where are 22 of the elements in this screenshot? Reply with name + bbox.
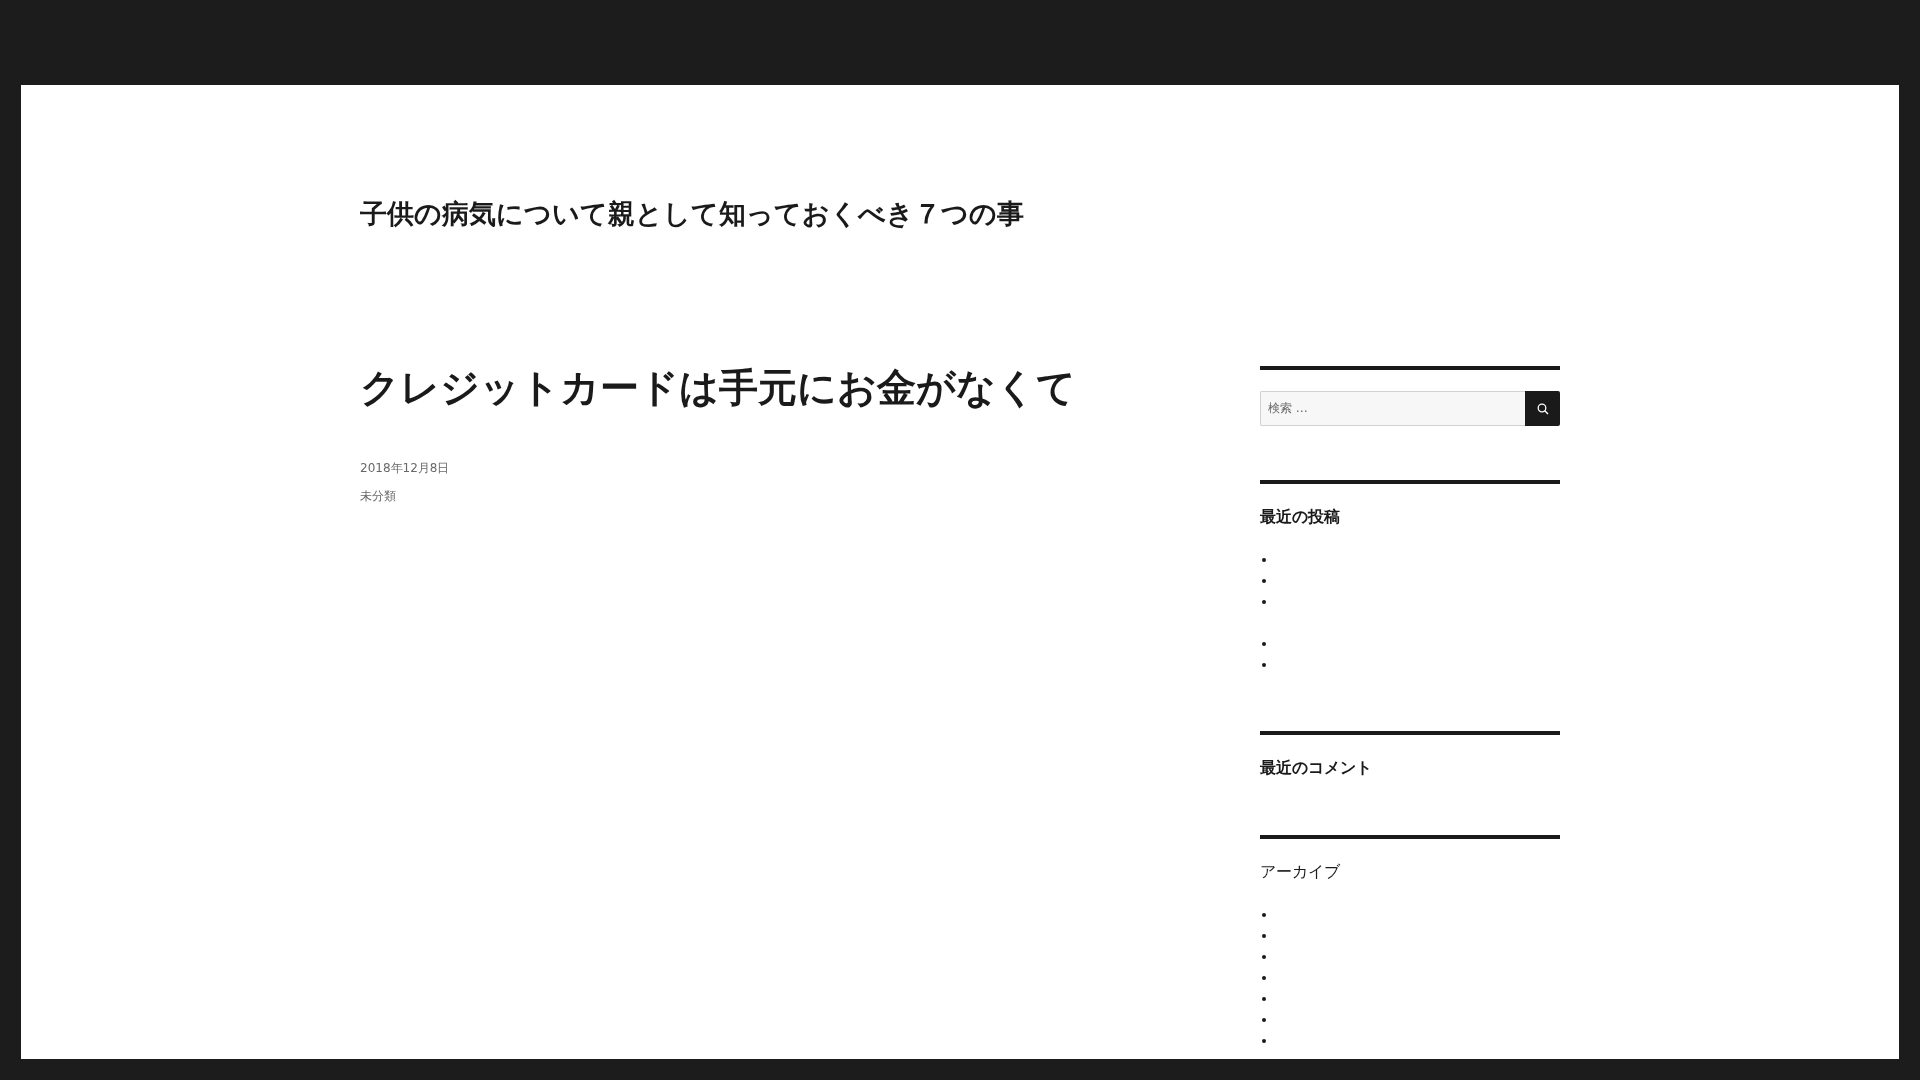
bullet-icon <box>1262 557 1266 562</box>
bullet-icon <box>1262 933 1266 938</box>
widget-title: 最近の投稿 <box>1260 506 1341 528</box>
bullet-icon <box>1262 1017 1266 1022</box>
bullet-icon <box>1262 912 1266 917</box>
bullet-icon <box>1262 975 1266 980</box>
post-title: クレジットカードは手元にお金がなくて <box>360 364 1077 412</box>
bullet-icon <box>1262 954 1266 959</box>
search-icon <box>1536 402 1549 415</box>
widget-title: 最近のコメント <box>1260 757 1373 779</box>
search-field[interactable]: 検索 … <box>1260 391 1525 426</box>
post-category[interactable]: 未分類 <box>360 488 1260 504</box>
bullet-icon <box>1262 1038 1266 1043</box>
bullet-icon <box>1262 599 1266 604</box>
search-button[interactable] <box>1525 391 1560 426</box>
site-title[interactable]: 子供の病気について親として知っておくべき７つの事 <box>360 196 1260 232</box>
bullet-icon <box>1262 641 1266 646</box>
widget-title: アーカイブ <box>1260 861 1341 883</box>
bullet-icon <box>1262 578 1266 583</box>
post-date[interactable]: 2018年12月8日 <box>360 460 1260 476</box>
bullet-icon <box>1262 996 1266 1001</box>
bullet-icon <box>1262 662 1266 667</box>
